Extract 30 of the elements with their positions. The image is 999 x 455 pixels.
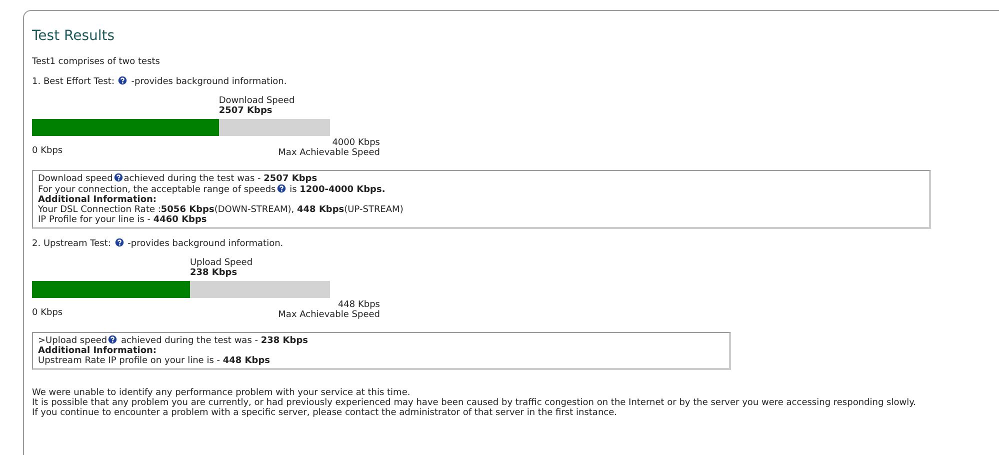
gauge-value: 2507 Kbps xyxy=(218,106,274,116)
intro-text: Test1 comprises of two tests xyxy=(32,57,161,67)
scale-caption: Max Achievable Speed xyxy=(278,310,380,320)
help-icon[interactable] xyxy=(114,173,123,182)
gauge-label: Upload Speed xyxy=(190,258,254,268)
gauge-value: 238 Kbps xyxy=(190,268,238,278)
help-icon[interactable] xyxy=(114,238,124,247)
info-line: IP Profile for your line is - 4460 Kbps xyxy=(38,215,208,225)
info-line: Download speed achieved during the test was - 2507 Kbps xyxy=(38,173,318,184)
help-icon[interactable] xyxy=(276,184,286,193)
info-line: Additional Information: xyxy=(38,195,158,205)
footer-text: If you continue to encounter a problem with a specific server, please contact the administrator of that server in the first instance. xyxy=(32,408,618,418)
scale-max: 448 Kbps xyxy=(338,300,380,310)
help-icon[interactable] xyxy=(118,76,128,85)
info-line: Additional Information: xyxy=(38,346,158,356)
scale-max: 4000 Kbps xyxy=(332,138,380,148)
footer-text: It is possible that any problem you are currently, or had previously experienced may have been caused by traffic congestion on the Internet or by the server you were accessing responding slowly. xyxy=(32,398,917,408)
test-heading: 1. Best Effort Test: -provides background information. xyxy=(32,76,288,87)
gauge-label: Download Speed xyxy=(218,96,296,106)
page-title: Test Results xyxy=(32,28,116,44)
info-line: Your DSL Connection Rate :5056 Kbps(DOWN-STREAM), 448 Kbps(UP-STREAM) xyxy=(38,205,404,215)
scale-caption: Max Achievable Speed xyxy=(278,148,380,158)
footer-text: We were unable to identify any performance problem with your service at this time. xyxy=(32,388,412,398)
scale-min: 0 Kbps xyxy=(32,146,63,156)
test-heading: 2. Upstream Test: -provides background information. xyxy=(32,238,284,249)
info-line: For your connection, the acceptable range of speeds is 1200-4000 Kbps. xyxy=(38,184,386,195)
scale-min: 0 Kbps xyxy=(32,308,63,318)
help-icon[interactable] xyxy=(108,335,118,344)
info-line: >Upload speed achieved during the test was - 238 Kbps xyxy=(38,335,309,346)
info-line: Upstream Rate IP profile on your line is - 448 Kbps xyxy=(38,356,272,366)
